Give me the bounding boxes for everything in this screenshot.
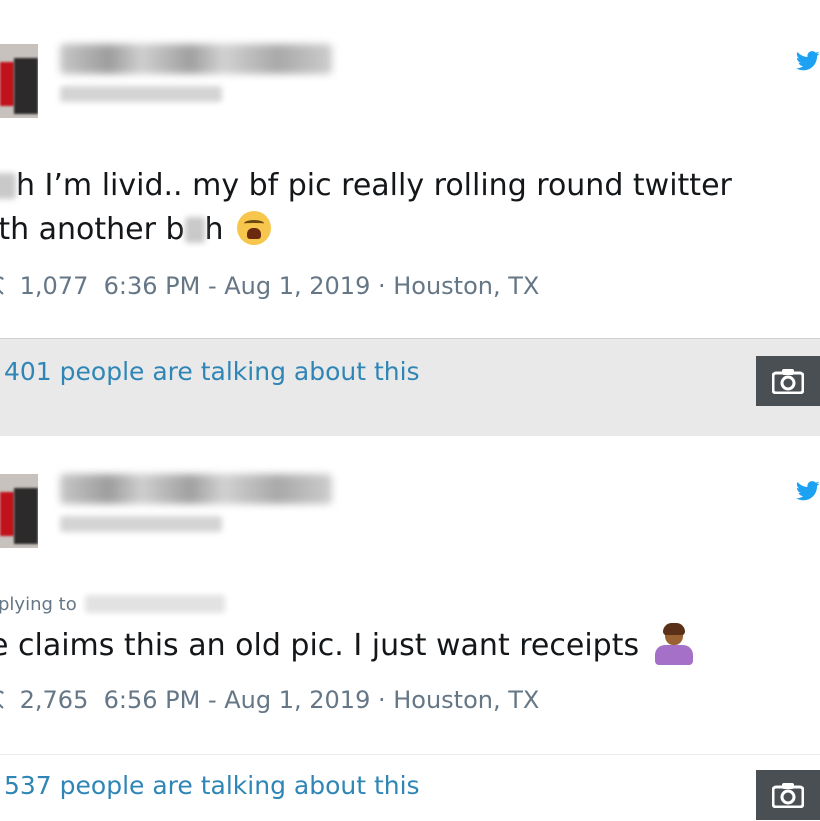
tweet-location[interactable]: Houston, TX: [393, 686, 539, 714]
avatar[interactable]: [0, 44, 38, 118]
talking-about-bar[interactable]: 401 people are talking about this: [0, 340, 820, 407]
tweet-text-line2-end: h: [204, 212, 224, 247]
tweet-meta: 2,765 6:56 PM - Aug 1, 2019 · Houston, T…: [0, 686, 539, 714]
heart-icon[interactable]: [0, 276, 12, 296]
blurred-display-name: [60, 44, 332, 74]
tweet-timestamp[interactable]: 6:36 PM - Aug 1, 2019: [104, 272, 371, 300]
talking-about-link[interactable]: 537 people are talking about this: [4, 771, 420, 800]
heart-icon[interactable]: [0, 690, 12, 710]
camera-icon[interactable]: [756, 356, 820, 406]
tweet-text-line2-start: ith another b: [0, 212, 185, 247]
tweet-card-2: plying to e claims this an old pic. I ju…: [0, 436, 820, 821]
avatar[interactable]: [0, 474, 38, 548]
blurred-handle: [60, 86, 222, 102]
censored-word: [184, 217, 205, 243]
camera-icon[interactable]: [756, 770, 820, 820]
replying-to-label: plying to: [0, 594, 77, 615]
twitter-bird-icon[interactable]: [796, 50, 820, 72]
blurred-handle: [60, 516, 222, 532]
twitter-bird-icon[interactable]: [796, 480, 820, 502]
weary-face-emoji-icon: [237, 211, 272, 245]
like-count[interactable]: 1,077: [20, 272, 89, 300]
blurred-reply-handle[interactable]: [84, 595, 225, 613]
censored-word: [0, 173, 16, 199]
tweet-text-line1: e claims this an old pic. I just want re…: [0, 628, 640, 663]
person-shrugging-emoji-icon: [654, 623, 693, 665]
talking-about-bar[interactable]: 537 people are talking about this: [0, 754, 820, 821]
replying-to: plying to: [0, 594, 225, 615]
talking-about-link[interactable]: 401 people are talking about this: [4, 357, 420, 386]
tweet-text: e claims this an old pic. I just want re…: [0, 623, 820, 668]
tweet-location[interactable]: Houston, TX: [393, 272, 539, 300]
tweet-meta: 1,077 6:36 PM - Aug 1, 2019 · Houston, T…: [0, 272, 539, 300]
tweet-text: h I’m livid.. my bf pic really rolling r…: [0, 164, 820, 252]
tweet-timestamp[interactable]: 6:56 PM - Aug 1, 2019: [104, 686, 371, 714]
tweet-card-1: h I’m livid.. my bf pic really rolling r…: [0, 0, 820, 386]
like-count[interactable]: 2,765: [20, 686, 89, 714]
tweet-text-line1: h I’m livid.. my bf pic really rolling r…: [16, 168, 732, 203]
blurred-display-name: [60, 474, 332, 504]
